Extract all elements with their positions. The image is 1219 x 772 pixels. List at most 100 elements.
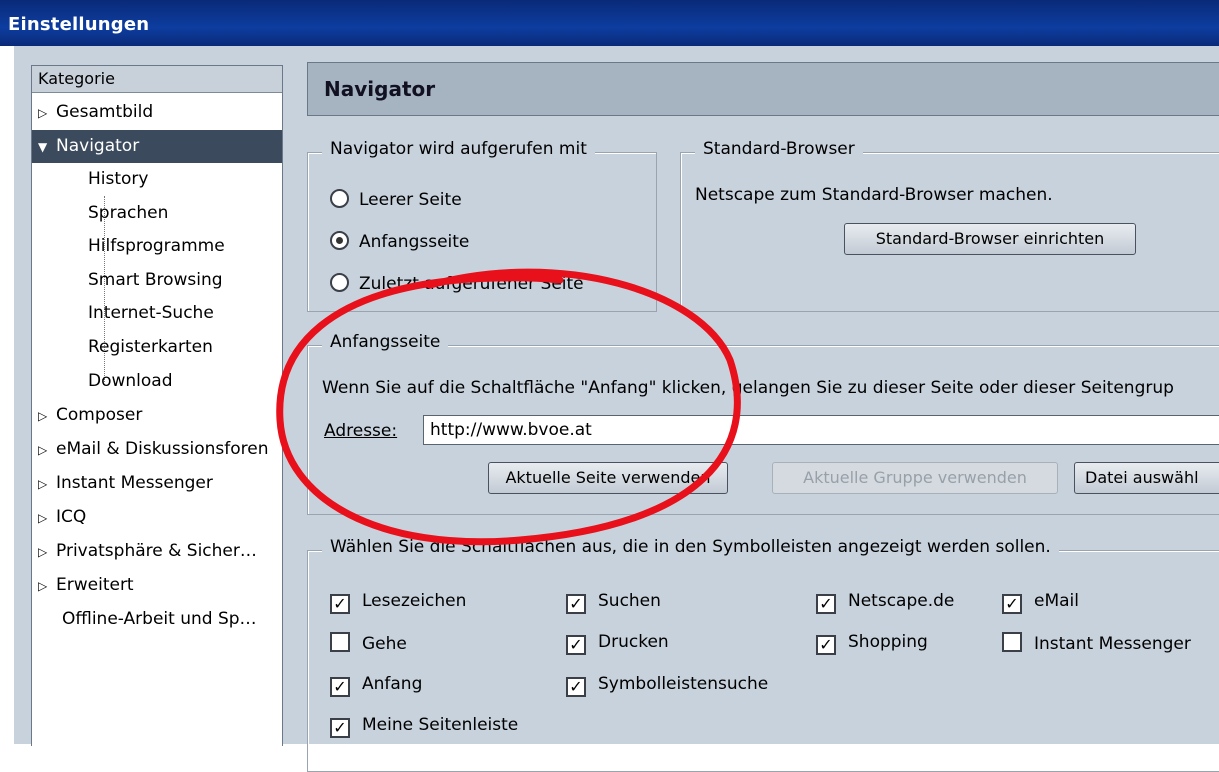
tree-item-label: Gesamtbild	[56, 102, 154, 122]
tree-item-label: Privatsphäre & Sicher…	[56, 541, 257, 561]
radio-label: Anfangsseite	[359, 232, 470, 252]
checkbox-label: Suchen	[598, 591, 661, 611]
checkbox-checked[interactable]: ✓	[330, 677, 350, 697]
default-browser-text: Netscape zum Standard-Browser machen.	[695, 185, 1053, 205]
toolbar-buttons-legend: Wählen Sie die Schaltflächen aus, die in…	[322, 537, 1059, 557]
homepage-description: Wenn Sie auf die Schaltfläche "Anfang" k…	[322, 378, 1174, 398]
startup-group: Navigator wird aufgerufen mit Leerer Sei…	[307, 139, 657, 312]
tree-item-label: Internet-Suche	[88, 303, 214, 323]
address-input[interactable]: http://www.bvoe.at	[423, 415, 1219, 445]
expand-arrow-icon[interactable]: ▷	[32, 400, 56, 433]
checkbox-label: Drucken	[598, 632, 669, 652]
radio-button[interactable]	[330, 273, 349, 292]
tree-item-email[interactable]: ▷ eMail & Diskussionsforen	[32, 433, 282, 466]
expand-arrow-icon[interactable]: ▷	[32, 502, 56, 535]
category-tree[interactable]: Kategorie ▷ Gesamtbild ▼ Navigator History…	[31, 65, 283, 746]
tree-item-label: Sprachen	[88, 203, 169, 223]
expand-arrow-icon[interactable]: ▷	[32, 434, 56, 467]
tree-item-instant-messenger[interactable]: ▷ Instant Messenger	[32, 467, 282, 500]
checkbox-checked[interactable]: ✓	[566, 677, 586, 697]
tree-item-smart-browsing[interactable]: Smart Browsing	[32, 264, 282, 297]
radio-label: Leerer Seite	[359, 190, 462, 210]
tree-item-navigator[interactable]: ▼ Navigator	[32, 130, 282, 163]
tree-item-icq[interactable]: ▷ ICQ	[32, 501, 282, 534]
window-title: Einstellungen	[8, 14, 150, 35]
tree-item-label: Offline-Arbeit und Sp…	[62, 609, 257, 629]
tree-item-label: Download	[88, 371, 173, 391]
checkbox-drucken[interactable]: ✓ Drucken	[566, 632, 669, 655]
category-header: Kategorie	[32, 66, 282, 93]
checkbox-label: Shopping	[848, 632, 928, 652]
tree-item-sprachen[interactable]: Sprachen	[32, 197, 282, 230]
collapse-arrow-icon[interactable]: ▼	[32, 131, 56, 164]
expand-arrow-icon[interactable]: ▷	[32, 570, 56, 603]
checkbox-checked[interactable]: ✓	[566, 594, 586, 614]
checkbox-gehe[interactable]: Gehe	[330, 632, 407, 654]
tree-item-label: Erweitert	[56, 575, 134, 595]
tree-item-label: History	[88, 169, 149, 189]
checkbox-label: Instant Messenger	[1034, 634, 1191, 654]
checkbox-checked[interactable]: ✓	[1002, 594, 1022, 614]
checkbox-netscape-de[interactable]: ✓ Netscape.de	[816, 591, 954, 614]
checkbox-label: Meine Seitenleiste	[362, 715, 519, 735]
tree-item-label: ICQ	[56, 507, 87, 527]
window-titlebar[interactable]: Einstellungen	[0, 0, 1219, 46]
checkbox-label: Gehe	[362, 634, 407, 654]
checkbox-checked[interactable]: ✓	[816, 594, 836, 614]
tree-item-erweitert[interactable]: ▷ Erweitert	[32, 569, 282, 602]
pane-header: Navigator	[307, 62, 1219, 116]
tree-item-label: Registerkarten	[88, 337, 213, 357]
homepage-group: Anfangsseite Wenn Sie auf die Schaltfläc…	[307, 332, 1219, 515]
checkbox-checked[interactable]: ✓	[330, 594, 350, 614]
default-browser-group: Standard-Browser Netscape zum Standard-B…	[680, 139, 1219, 312]
set-default-browser-button[interactable]: Standard-Browser einrichten	[844, 223, 1136, 255]
radio-label: Zuletzt aufgerufener Seite	[359, 274, 584, 294]
checkbox-unchecked[interactable]	[1002, 632, 1022, 652]
tree-item-hilfsprogramme[interactable]: Hilfsprogramme	[32, 230, 282, 263]
choose-file-button[interactable]: Datei auswähl	[1074, 462, 1219, 494]
checkbox-email[interactable]: ✓ eMail	[1002, 591, 1079, 614]
checkbox-instant-messenger[interactable]: Instant Messenger	[1002, 632, 1191, 654]
checkbox-lesezeichen[interactable]: ✓ Lesezeichen	[330, 591, 466, 614]
tree-item-label: Hilfsprogramme	[88, 236, 225, 256]
expand-arrow-icon[interactable]: ▷	[32, 536, 56, 569]
checkbox-suchen[interactable]: ✓ Suchen	[566, 591, 661, 614]
checkbox-checked[interactable]: ✓	[816, 635, 836, 655]
checkbox-label: eMail	[1034, 591, 1079, 611]
checkbox-meine-seitenleiste[interactable]: ✓ Meine Seitenleiste	[330, 715, 518, 738]
tree-item-internet-suche[interactable]: Internet-Suche	[32, 297, 282, 330]
radio-button-selected[interactable]	[330, 231, 349, 250]
use-current-page-button[interactable]: Aktuelle Seite verwenden	[488, 462, 728, 494]
checkbox-unchecked[interactable]	[330, 632, 350, 652]
checkbox-label: Anfang	[362, 674, 423, 694]
radio-last-page[interactable]: Zuletzt aufgerufener Seite	[330, 273, 584, 294]
checkbox-anfang[interactable]: ✓ Anfang	[330, 674, 422, 697]
tree-item-gesamtbild[interactable]: ▷ Gesamtbild	[32, 96, 282, 129]
expand-arrow-icon[interactable]: ▷	[32, 97, 56, 130]
radio-home-page[interactable]: Anfangsseite	[330, 231, 469, 252]
radio-button[interactable]	[330, 189, 349, 208]
radio-blank-page[interactable]: Leerer Seite	[330, 189, 462, 210]
use-current-group-button: Aktuelle Gruppe verwenden	[772, 462, 1058, 494]
tree-item-composer[interactable]: ▷ Composer	[32, 399, 282, 432]
default-browser-legend: Standard-Browser	[695, 139, 863, 159]
checkbox-shopping[interactable]: ✓ Shopping	[816, 632, 928, 655]
tree-item-label: Navigator	[56, 136, 140, 156]
startup-legend: Navigator wird aufgerufen mit	[322, 139, 595, 159]
checkbox-label: Symbolleistensuche	[598, 674, 769, 694]
expand-arrow-icon[interactable]: ▷	[32, 468, 56, 501]
tree-item-registerkarten[interactable]: Registerkarten	[32, 331, 282, 364]
checkbox-label: Lesezeichen	[362, 591, 467, 611]
toolbar-buttons-group: Wählen Sie die Schaltflächen aus, die in…	[307, 537, 1219, 772]
homepage-legend: Anfangsseite	[322, 332, 449, 352]
checkbox-symbolleistensuche[interactable]: ✓ Symbolleistensuche	[566, 674, 768, 697]
tree-item-label: Composer	[56, 405, 143, 425]
tree-item-history[interactable]: History	[32, 163, 282, 196]
tree-item-privacy[interactable]: ▷ Privatsphäre & Sicher…	[32, 535, 282, 568]
address-label: Adresse:	[324, 421, 398, 441]
tree-item-download[interactable]: Download	[32, 365, 282, 398]
checkbox-label: Netscape.de	[848, 591, 955, 611]
checkbox-checked[interactable]: ✓	[566, 635, 586, 655]
checkbox-checked[interactable]: ✓	[330, 718, 350, 738]
tree-item-offline[interactable]: Offline-Arbeit und Sp…	[32, 603, 282, 636]
